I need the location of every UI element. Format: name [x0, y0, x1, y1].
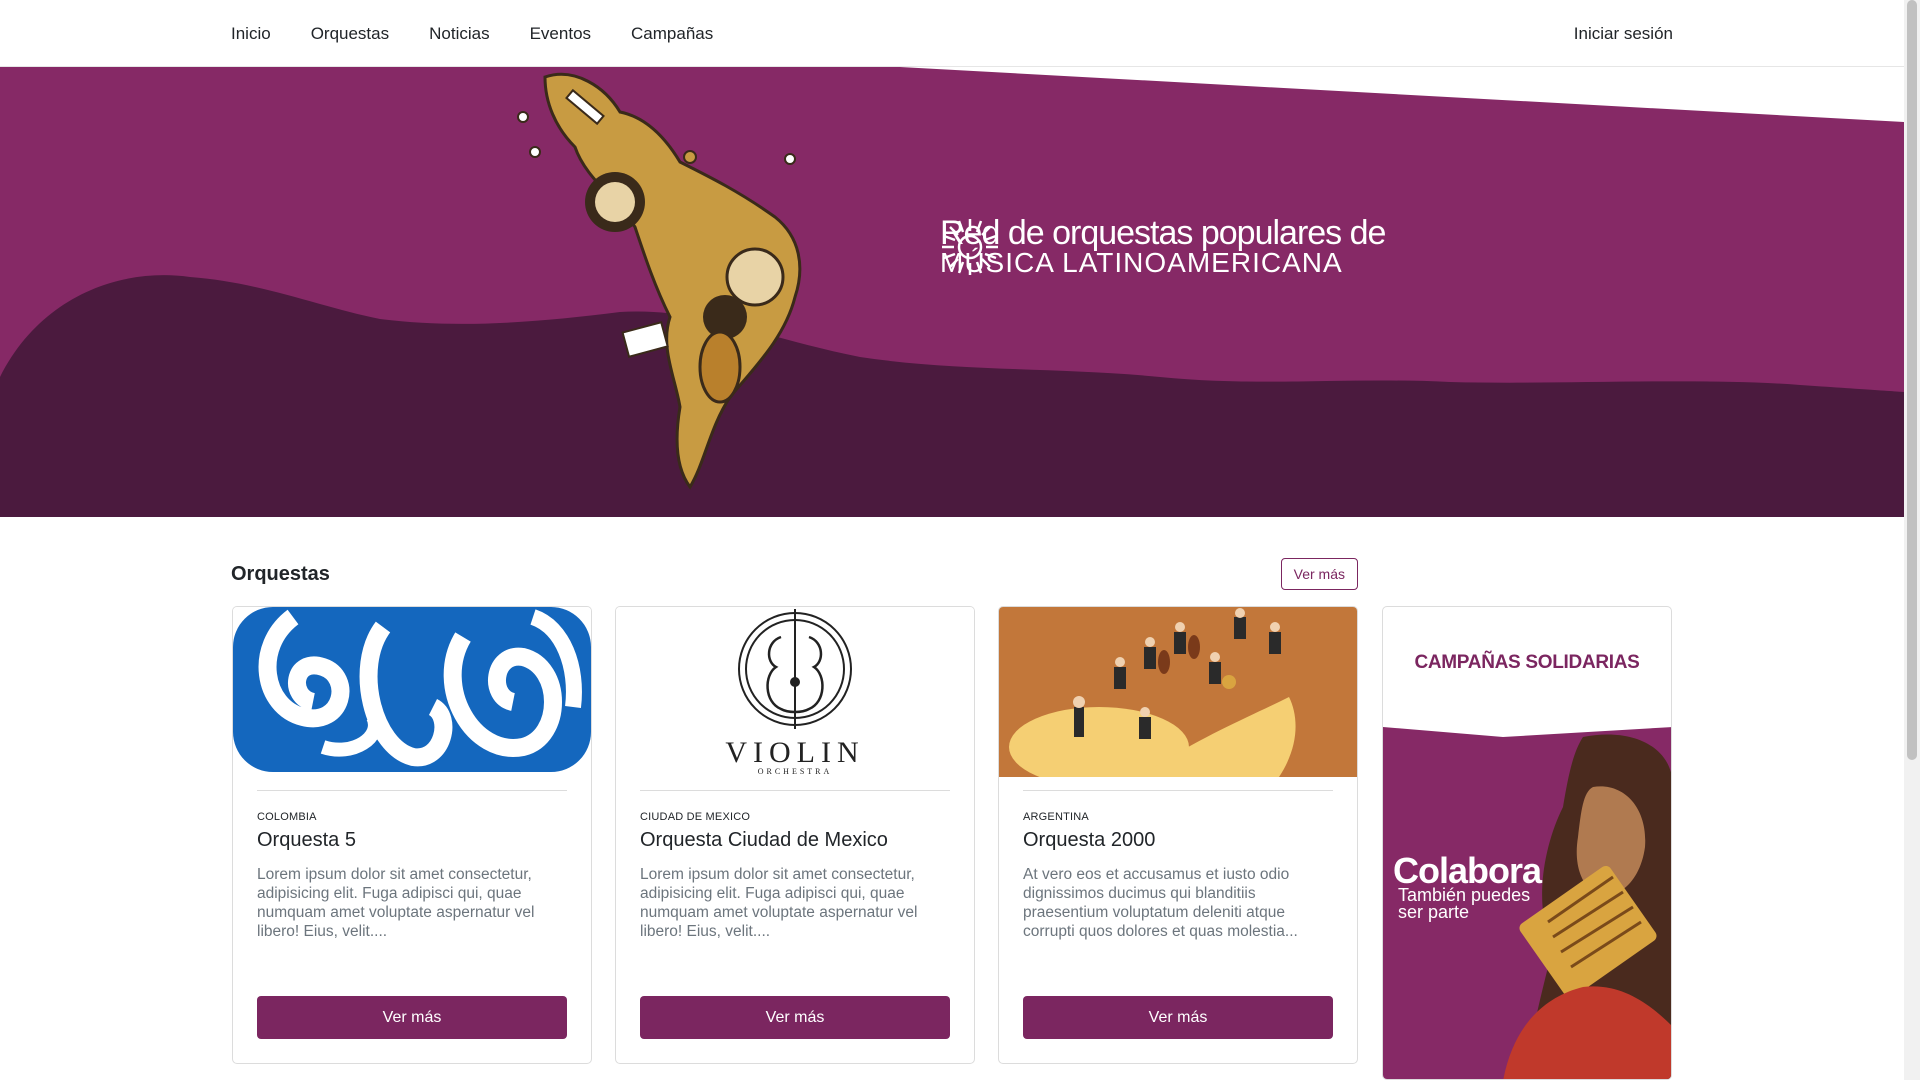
card-description: Lorem ipsum dolor sit amet consectetur, … — [257, 866, 535, 940]
orquestas-section-header: Orquestas Ver más — [231, 558, 1358, 590]
card-divider — [257, 790, 567, 791]
section-title: Orquestas — [231, 562, 330, 585]
login-link[interactable]: Iniciar sesión — [1574, 0, 1673, 67]
orchestra-logo-subtext: ORCHESTRA — [758, 767, 833, 776]
card-title: Orquesta 5 — [257, 829, 356, 851]
orchestra-card-3: ARGENTINA Orquesta 2000 At vero eos et a… — [998, 606, 1358, 1064]
card-image: VIOLIN ORCHESTRA — [616, 607, 974, 777]
card-description: Lorem ipsum dolor sit amet consectetur, … — [640, 866, 918, 940]
card-see-more-button[interactable]: Ver más — [1023, 996, 1333, 1039]
scrollbar-thumb[interactable] — [1907, 0, 1917, 760]
nav-link-campanas[interactable]: Campañas — [631, 24, 713, 44]
campaign-subline: También puedes ser parte — [1398, 885, 1531, 922]
nav-link-orquestas[interactable]: Orquestas — [311, 24, 389, 44]
campaign-title: CAMPAÑAS SOLIDARIAS — [1414, 652, 1640, 673]
nav-link-eventos[interactable]: Eventos — [530, 24, 591, 44]
card-title: Orquesta 2000 — [1023, 829, 1156, 851]
orchestra-card-1: COLOMBIA Orquesta 5 Lorem ipsum dolor si… — [232, 606, 592, 1064]
card-title: Orquesta Ciudad de Mexico — [640, 829, 888, 851]
hero-banner: Red de orquestas populares de MÚSICA LAT… — [0, 67, 1904, 517]
instruments-map-illustration — [517, 72, 802, 490]
orchestra-card-2: VIOLIN ORCHESTRA CIUDAD DE MEXICO Orques… — [615, 606, 975, 1064]
violin-logo-text: VIOLIN — [725, 736, 864, 769]
see-more-orchestras-button[interactable]: Ver más — [1280, 558, 1358, 590]
nav-link-noticias[interactable]: Noticias — [429, 24, 489, 44]
nav-link-inicio[interactable]: Inicio — [231, 24, 271, 44]
hero-title-block: Red de orquestas populares de MÚSICA LAT… — [940, 214, 1386, 278]
card-divider — [1023, 790, 1333, 791]
sunburst-logo-icon — [942, 219, 998, 275]
nav-links: Inicio Orquestas Noticias Eventos Campañ… — [231, 0, 713, 67]
hero-background — [0, 67, 1904, 517]
top-navbar: Inicio Orquestas Noticias Eventos Campañ… — [0, 0, 1904, 67]
card-see-more-button[interactable]: Ver más — [257, 996, 567, 1039]
orchestra-logo-swirl-icon — [233, 607, 591, 777]
card-see-more-button[interactable]: Ver más — [640, 996, 950, 1039]
card-country: ARGENTINA — [1023, 811, 1089, 823]
card-divider — [640, 790, 950, 791]
hero-title-line1: Red de orquestas populares de — [940, 214, 1386, 252]
card-description: At vero eos et accusamus et iusto odio d… — [1023, 866, 1298, 940]
orchestra-illustration — [999, 607, 1357, 777]
page-scrollbar[interactable] — [1904, 0, 1920, 1080]
card-country: CIUDAD DE MEXICO — [640, 811, 751, 823]
card-country: COLOMBIA — [257, 811, 317, 823]
hero-title-line2: MÚSICA LATINOAMERICANA — [940, 247, 1343, 278]
campaign-banner[interactable]: CAMPAÑAS SOLIDARIAS Colabora También pue… — [1382, 606, 1672, 1080]
card-image — [233, 607, 591, 777]
violin-orchestra-logo-icon: VIOLIN ORCHESTRA — [616, 607, 974, 777]
hero-logo: Red de orquestas populares de MÚSICA LAT… — [940, 214, 1386, 278]
card-image — [999, 607, 1357, 777]
